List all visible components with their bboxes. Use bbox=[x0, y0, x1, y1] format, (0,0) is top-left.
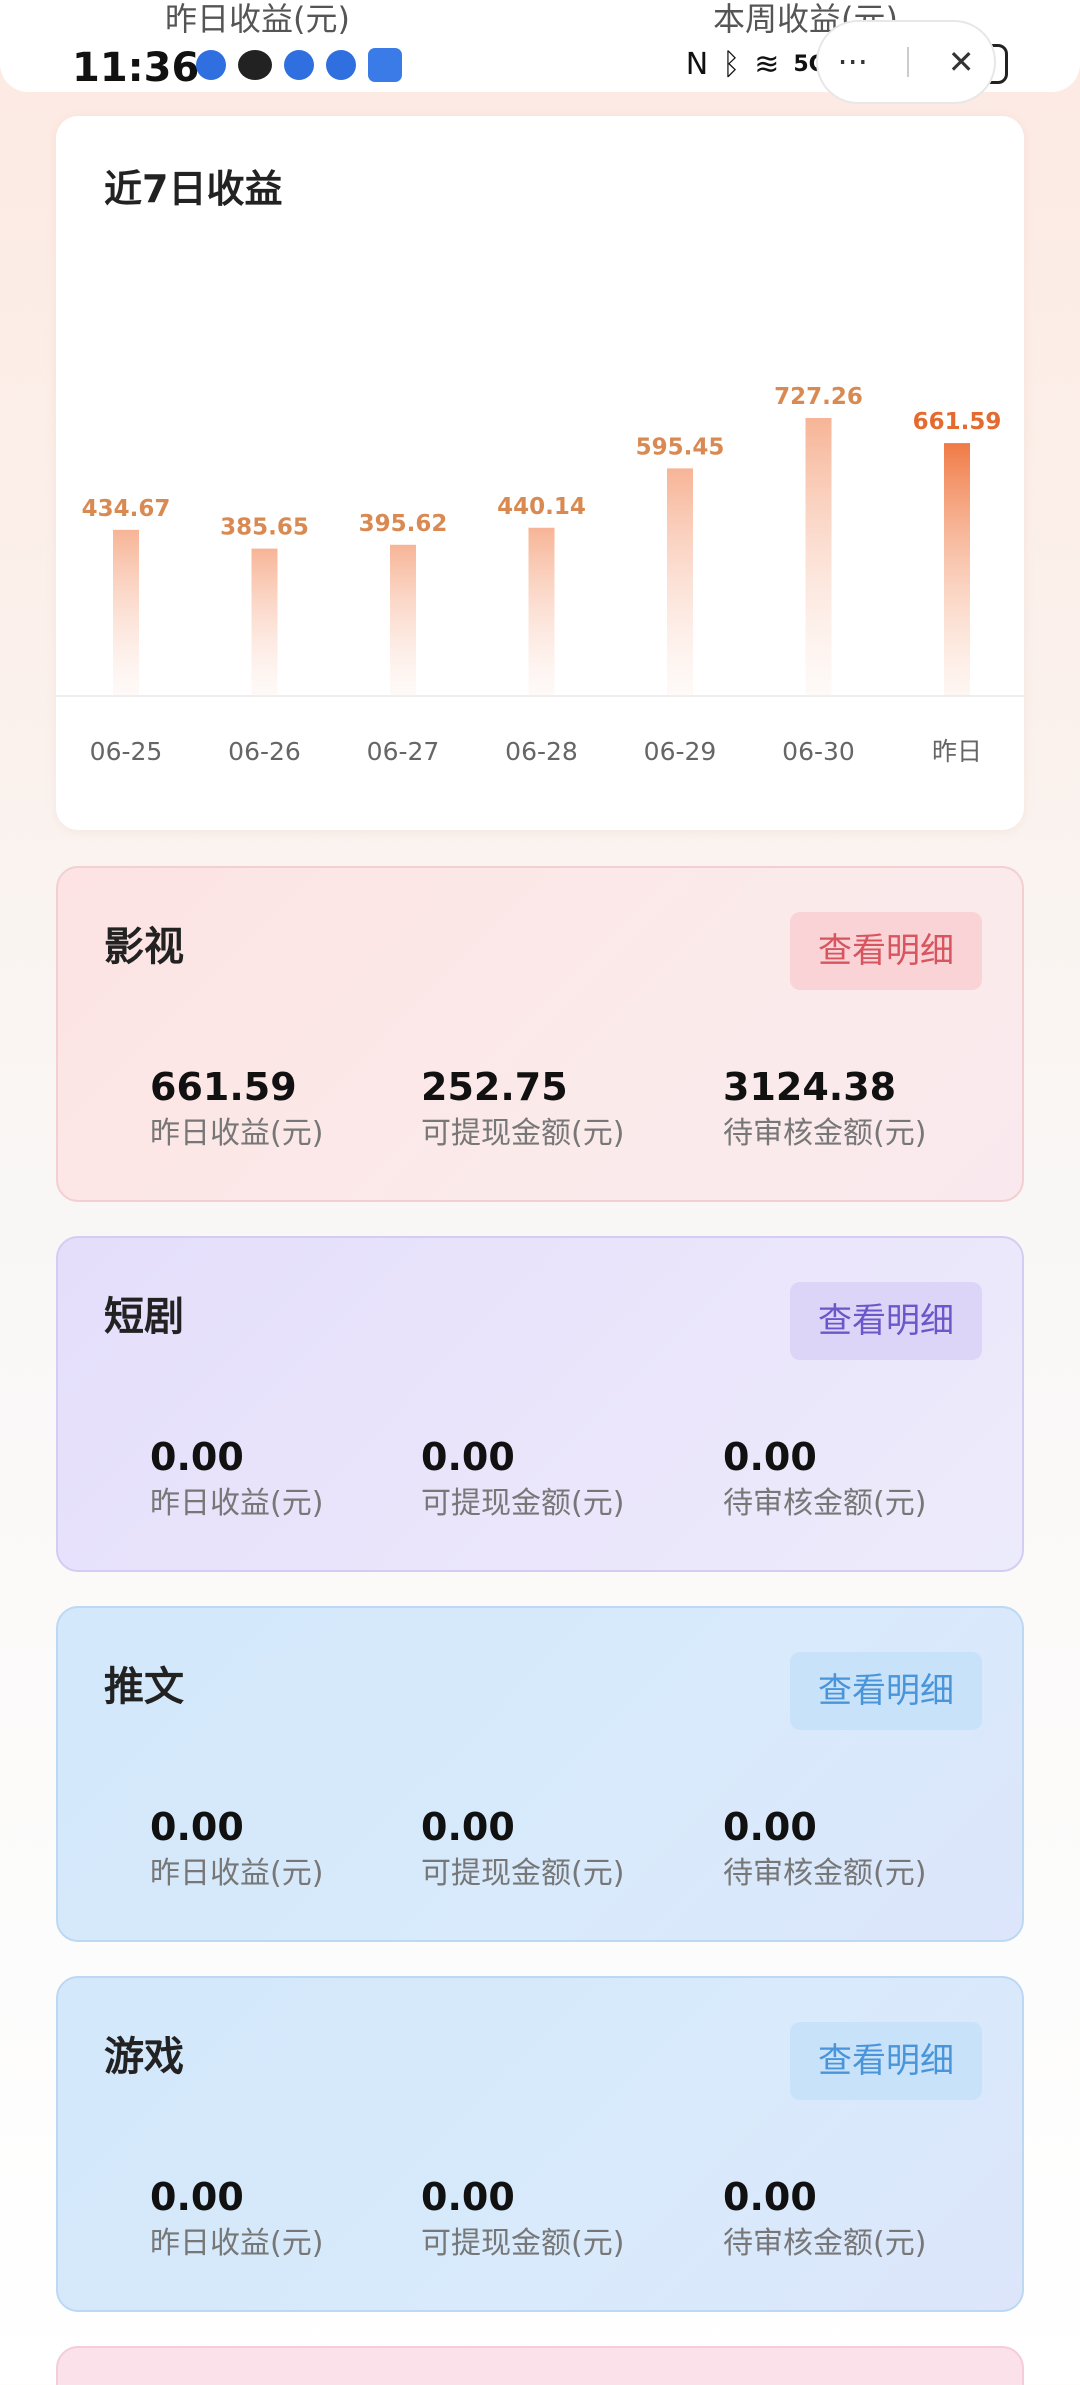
stat-value: 3124.38 bbox=[723, 1065, 897, 1109]
stat-label: 可提现金额(元) bbox=[421, 1856, 625, 1891]
stat-label: 可提现金额(元) bbox=[421, 1486, 625, 1521]
stat-yesterday: 0.00 昨日收益(元) bbox=[150, 1804, 323, 1894]
bar-value-label: 434.67 bbox=[82, 496, 171, 522]
category-card-tuiwen: 推文 查看明细 0.00 昨日收益(元) 0.00 可提现金额(元) 0.00 待审核… bbox=[56, 1606, 1024, 1942]
stat-value: 0.00 bbox=[150, 1435, 244, 1479]
category-name: 影视 bbox=[104, 924, 184, 970]
earnings-bar-chart: 434.67 06-25 385.65 06-26 395.62 06-27 440.14 0… bbox=[56, 384, 1024, 766]
earnings-chart-card: 近7日收益 434.67 06-25 385.65 06-26 395.62 06-27 4… bbox=[56, 116, 1024, 830]
stat-value: 0.00 bbox=[421, 2175, 515, 2219]
bar-昨日 bbox=[944, 443, 970, 696]
category-name: 短剧 bbox=[104, 1294, 184, 1340]
stat-withdrawable: 0.00 可提现金额(元) bbox=[421, 1804, 624, 1894]
view-details-button[interactable]: 查看明细 bbox=[790, 1652, 982, 1730]
view-details-button[interactable]: 查看明细 bbox=[790, 2022, 982, 2100]
nfc-icon: N bbox=[685, 46, 709, 82]
stat-label: 待审核金额(元) bbox=[723, 1856, 927, 1891]
stat-label: 昨日收益(元) bbox=[150, 1116, 324, 1151]
stat-value: 252.75 bbox=[421, 1065, 568, 1109]
stat-label: 可提现金额(元) bbox=[421, 2226, 625, 2261]
app-notification-icon bbox=[284, 50, 314, 80]
bar-06-30 bbox=[805, 418, 832, 696]
category-name: 推文 bbox=[104, 1664, 184, 1710]
category-card-duanju: 短剧 查看明细 0.00 昨日收益(元) 0.00 可提现金额(元) 0.00 待审核… bbox=[56, 1236, 1024, 1572]
stat-yesterday: 0.00 昨日收益(元) bbox=[150, 1434, 323, 1524]
category-name: 游戏 bbox=[104, 2034, 184, 2080]
bar-value-label: 595.45 bbox=[636, 434, 725, 460]
stat-value: 0.00 bbox=[421, 1435, 515, 1479]
bar-value-label: 661.59 bbox=[913, 409, 1002, 435]
miniprogram-capsule[interactable]: ··· ✕ bbox=[816, 20, 996, 104]
x-tick-label: 06-28 bbox=[505, 737, 578, 766]
stat-pending: 3124.38 待审核金额(元) bbox=[723, 1064, 926, 1154]
stat-pending: 0.00 待审核金额(元) bbox=[723, 1434, 926, 1524]
bar-value-label: 395.62 bbox=[359, 511, 448, 537]
x-tick-label: 06-26 bbox=[228, 737, 301, 766]
stat-value: 0.00 bbox=[150, 2175, 244, 2219]
category-card-next bbox=[56, 2346, 1024, 2385]
stat-label: 待审核金额(元) bbox=[723, 2226, 927, 2261]
wifi-icon: ≋ bbox=[754, 46, 780, 82]
chart-title: 近7日收益 bbox=[104, 167, 283, 211]
stat-withdrawable: 252.75 可提现金额(元) bbox=[421, 1064, 624, 1154]
bar-06-29 bbox=[667, 468, 693, 696]
x-tick-label: 06-25 bbox=[90, 737, 163, 766]
stat-label: 待审核金额(元) bbox=[723, 1486, 927, 1521]
x-tick-label: 昨日 bbox=[932, 737, 982, 766]
view-details-button[interactable]: 查看明细 bbox=[790, 1282, 982, 1360]
stat-yesterday: 0.00 昨日收益(元) bbox=[150, 2174, 323, 2264]
bar-06-28 bbox=[528, 527, 555, 696]
status-time: 11:36 bbox=[72, 45, 200, 91]
stat-pending: 0.00 待审核金额(元) bbox=[723, 2174, 926, 2264]
more-icon[interactable]: ··· bbox=[837, 43, 868, 81]
bar-06-25 bbox=[113, 529, 139, 696]
x-tick-label: 06-30 bbox=[782, 737, 855, 766]
close-icon[interactable]: ✕ bbox=[948, 43, 975, 81]
capsule-divider bbox=[906, 47, 909, 77]
bluetooth-icon: ᛒ bbox=[722, 46, 741, 82]
stat-label: 昨日收益(元) bbox=[150, 2226, 324, 2261]
app-square-icon bbox=[368, 48, 402, 82]
stat-value: 0.00 bbox=[723, 1435, 817, 1479]
category-card-yingshi: 影视 查看明细 661.59 昨日收益(元) 252.75 可提现金额(元) 312… bbox=[56, 866, 1024, 1202]
bar-value-label: 385.65 bbox=[220, 515, 309, 541]
notification-icons bbox=[196, 48, 402, 82]
x-tick-label: 06-27 bbox=[367, 737, 440, 766]
bar-06-27 bbox=[390, 544, 416, 696]
stat-withdrawable: 0.00 可提现金额(元) bbox=[421, 1434, 624, 1524]
x-tick-label: 06-29 bbox=[644, 737, 717, 766]
stat-label: 待审核金额(元) bbox=[723, 1116, 927, 1151]
stat-value: 0.00 bbox=[421, 1805, 515, 1849]
stat-value: 0.00 bbox=[723, 2175, 817, 2219]
stat-label: 昨日收益(元) bbox=[150, 1486, 324, 1521]
chat-notification-icon bbox=[238, 50, 272, 80]
stat-value: 661.59 bbox=[150, 1065, 297, 1109]
yesterday-earnings-header-label: 昨日收益(元) bbox=[165, 0, 350, 38]
app-notification-icon bbox=[196, 50, 226, 80]
stat-pending: 0.00 待审核金额(元) bbox=[723, 1804, 926, 1894]
app-notification-icon bbox=[326, 50, 356, 80]
bar-06-26 bbox=[251, 548, 278, 696]
bar-value-label: 727.26 bbox=[774, 384, 863, 410]
stat-label: 可提现金额(元) bbox=[421, 1116, 625, 1151]
stat-withdrawable: 0.00 可提现金额(元) bbox=[421, 2174, 624, 2264]
stat-value: 0.00 bbox=[723, 1805, 817, 1849]
stat-label: 昨日收益(元) bbox=[150, 1856, 324, 1891]
stat-yesterday: 661.59 昨日收益(元) bbox=[150, 1064, 323, 1154]
stat-value: 0.00 bbox=[150, 1805, 244, 1849]
bar-value-label: 440.14 bbox=[497, 494, 586, 520]
view-details-button[interactable]: 查看明细 bbox=[790, 912, 982, 990]
category-card-youxi: 游戏 查看明细 0.00 昨日收益(元) 0.00 可提现金额(元) 0.00 待审核… bbox=[56, 1976, 1024, 2312]
